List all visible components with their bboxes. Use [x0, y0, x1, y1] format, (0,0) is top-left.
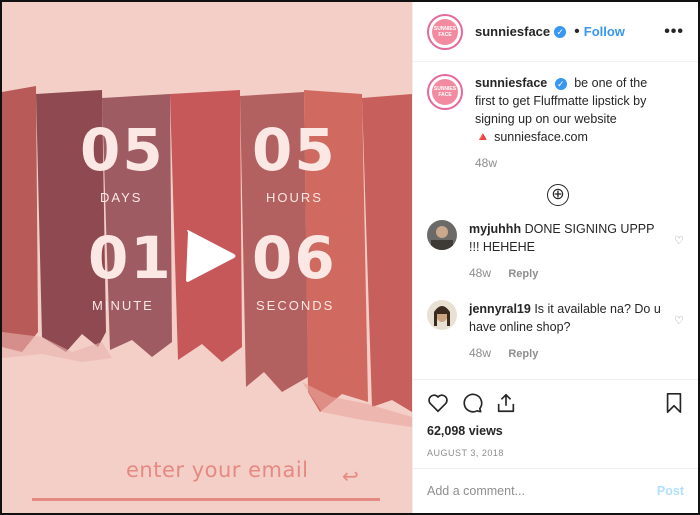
caption-avatar-logo: SUNNIES FACE [432, 79, 458, 105]
post-sidebar: SUNNIES FACE sunniesface ✓ • Follow ••• … [412, 2, 698, 513]
heart-icon[interactable] [427, 392, 449, 414]
plus-circle-icon[interactable]: ⊕ [547, 184, 569, 206]
minutes-label: MINUTE [92, 298, 154, 313]
comment-time: 48w [469, 346, 492, 360]
comment-icon[interactable] [461, 392, 483, 414]
list-item: myjuhhh DONE SIGNING UPPP !!! HEHEHE 48w… [427, 220, 684, 280]
enter-arrow-icon: ↩ [342, 466, 359, 488]
seconds-label: SECONDS [256, 298, 335, 313]
reply-button[interactable]: Reply [508, 348, 538, 360]
commenter-avatar[interactable] [427, 220, 457, 250]
more-options-icon[interactable]: ••• [664, 23, 684, 41]
caption-time: 48w [475, 156, 498, 170]
days-label: DAYS [100, 190, 143, 205]
caption-link[interactable]: sunniesface.com [494, 130, 588, 144]
header-separator: • [574, 22, 580, 40]
caption-username[interactable]: sunniesface [475, 76, 547, 90]
hours-label: HOURS [266, 190, 323, 205]
add-comment-bar: Add a comment... Post [413, 468, 698, 513]
post-date: AUGUST 3, 2018 [427, 448, 504, 458]
comment-input[interactable]: Add a comment... [427, 484, 525, 498]
days-value: 05 [80, 116, 165, 184]
comment-time: 48w [469, 266, 492, 280]
play-icon[interactable] [182, 228, 238, 284]
hours-value: 05 [252, 116, 337, 184]
header-username[interactable]: sunniesface [475, 24, 550, 39]
post-video[interactable]: 05 DAYS 05 HOURS 01 MINUTE 06 SECONDS en… [2, 2, 412, 513]
email-underline [32, 498, 380, 501]
post-button[interactable]: Post [657, 484, 684, 498]
heart-icon[interactable]: ♡ [674, 314, 684, 327]
commenter-avatar[interactable] [427, 300, 457, 330]
post-header: SUNNIES FACE sunniesface ✓ • Follow ••• [413, 2, 698, 62]
post-window: 05 DAYS 05 HOURS 01 MINUTE 06 SECONDS en… [2, 2, 698, 513]
caption-link-emoji: 🔺 [475, 130, 491, 144]
heart-icon[interactable]: ♡ [674, 234, 684, 247]
comment-username[interactable]: myjuhhh [469, 222, 521, 236]
minutes-value: 01 [88, 224, 173, 292]
comment-text: jennyral19 Is it available na? Do u have… [469, 300, 684, 336]
verified-badge-icon: ✓ [554, 25, 567, 38]
caption-avatar[interactable]: SUNNIES FACE [427, 74, 463, 110]
caption: SUNNIES FACE sunniesface ✓ be one of the… [427, 74, 684, 170]
list-item: jennyral19 Is it available na? Do u have… [427, 300, 684, 360]
action-bar: 62,098 views AUGUST 3, 2018 [413, 379, 698, 468]
verified-badge-icon: ✓ [554, 77, 567, 90]
comment-text: myjuhhh DONE SIGNING UPPP !!! HEHEHE [469, 220, 684, 256]
bookmark-icon[interactable] [664, 392, 684, 414]
comment-username[interactable]: jennyral19 [469, 302, 531, 316]
follow-button[interactable]: Follow [584, 24, 625, 39]
seconds-value: 06 [252, 224, 337, 292]
caption-text: sunniesface ✓ be one of the first to get… [475, 74, 684, 146]
email-placeholder: enter your email [126, 458, 309, 482]
reply-button[interactable]: Reply [508, 268, 538, 280]
avatar[interactable]: SUNNIES FACE [427, 13, 463, 50]
avatar-logo: SUNNIES FACE [432, 18, 458, 45]
view-count[interactable]: 62,098 views [427, 424, 684, 438]
share-icon[interactable] [495, 392, 517, 414]
comments-area: SUNNIES FACE sunniesface ✓ be one of the… [413, 62, 698, 379]
